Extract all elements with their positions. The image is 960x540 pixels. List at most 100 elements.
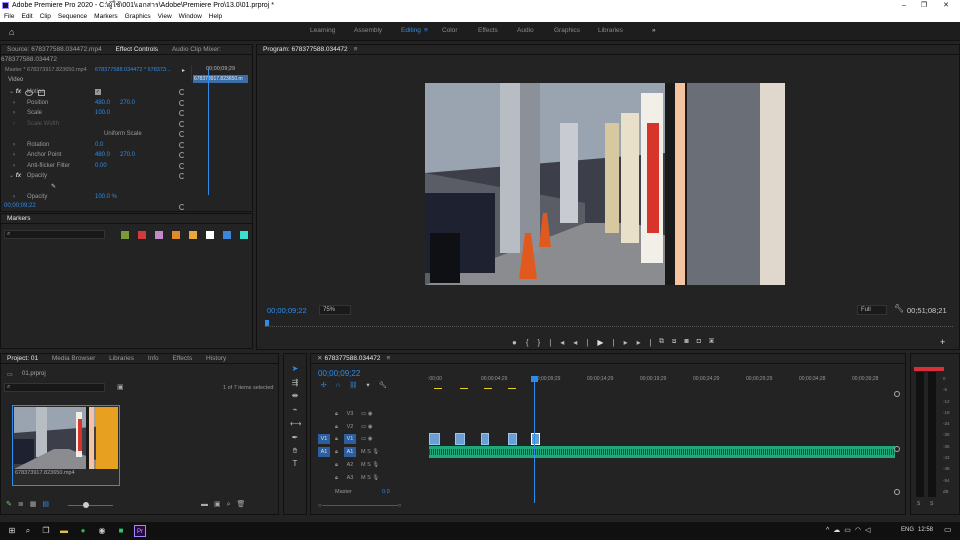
lock-icon[interactable]: 🔒︎ — [335, 472, 338, 484]
step-forward-icon[interactable]: |▸ — [613, 338, 637, 347]
zoom-slider-handle[interactable] — [83, 502, 89, 508]
quality-select[interactable]: Full — [857, 305, 887, 315]
timeline-playhead[interactable] — [534, 378, 535, 503]
line-icon[interactable]: ■ — [115, 525, 127, 537]
video-clip[interactable] — [429, 433, 440, 445]
reset-icon[interactable] — [179, 89, 185, 95]
effect-row-position[interactable]: › Position 480.0 270.0 — [5, 98, 250, 109]
clock[interactable]: 12:58 — [918, 527, 933, 533]
workspace-color[interactable]: Color — [442, 27, 458, 34]
icon-view-icon[interactable]: ▦ — [30, 501, 43, 508]
master-zoom-handle[interactable] — [894, 489, 900, 495]
track-header-a3[interactable]: 🔒︎ A3 M S 🎙︎ — [311, 472, 428, 484]
minimize-icon[interactable]: – — [893, 0, 915, 11]
workspace-effects[interactable]: Effects — [478, 27, 498, 34]
add-marker-icon[interactable]: ▾ — [366, 382, 378, 389]
search-icon[interactable]: ⌕ — [227, 501, 237, 508]
add-button-icon[interactable]: + — [940, 337, 945, 347]
trash-icon[interactable]: 🗑︎ — [237, 501, 252, 508]
audio-zoom-handle[interactable] — [894, 446, 900, 452]
freeform-view-icon[interactable]: ▤ — [42, 501, 55, 508]
workspace-graphics[interactable]: Graphics — [554, 27, 580, 34]
hand-tool-icon[interactable]: ✋︎ — [290, 446, 300, 456]
network-icon[interactable]: ▭ — [844, 527, 855, 534]
mark-out-icon[interactable]: } — [538, 338, 550, 347]
program-scrubber[interactable] — [265, 321, 953, 327]
menu-help[interactable]: Help — [209, 13, 222, 20]
marker-color-swatch[interactable] — [206, 231, 214, 239]
step-back-icon[interactable]: ◂| — [573, 338, 597, 347]
wifi-icon[interactable]: ◠ — [855, 527, 865, 534]
play-icon[interactable]: ▸ — [182, 67, 185, 74]
timeline-scroll[interactable]: ○ ○ — [318, 503, 401, 509]
type-tool-icon[interactable]: T — [290, 459, 300, 469]
clip-selector[interactable]: 678377588.034472 * 678373... — [95, 67, 171, 73]
video-frame[interactable] — [425, 83, 785, 285]
timeline-playhead-head[interactable] — [531, 376, 538, 382]
timeline-ruler[interactable]: :00;00 00;00;04;29 00;00;09;29 00;00;14;29 0… — [428, 374, 898, 386]
mute-solo-mic-icons[interactable]: M S 🎙︎ — [361, 459, 379, 471]
marker-color-swatch[interactable] — [155, 231, 163, 239]
reset-icon[interactable] — [179, 204, 185, 210]
more-workspaces-icon[interactable]: » — [652, 27, 656, 34]
sync-visibility-icons[interactable]: ▭ ◉ — [361, 433, 373, 445]
mark-in-icon[interactable]: { — [526, 338, 538, 347]
video-clip-selected[interactable] — [531, 433, 540, 445]
clip-indicator[interactable] — [914, 367, 944, 371]
tab-media-browser[interactable]: Media Browser — [52, 355, 95, 362]
new-folder-icon[interactable]: ▬ — [201, 501, 214, 508]
reset-icon[interactable] — [179, 152, 185, 158]
zoom-select[interactable]: 75% — [319, 305, 351, 315]
reset-icon[interactable] — [179, 120, 185, 127]
rectangle-mask-icon[interactable] — [38, 90, 45, 96]
reset-icon[interactable] — [179, 131, 185, 137]
lock-icon[interactable]: 🔒︎ — [335, 421, 338, 433]
close-icon[interactable]: ✕ — [935, 0, 957, 11]
mute-solo-mic-icons[interactable]: M S 🎙︎ — [361, 446, 379, 458]
ellipse-mask-icon[interactable] — [25, 90, 33, 96]
effect-row-scale[interactable]: › Scale 100.0 — [5, 108, 250, 119]
export-frame-icon[interactable]: ◙ — [684, 338, 696, 345]
effect-row-opacity-group[interactable]: ⌄ fx Opacity — [5, 171, 250, 182]
reset-icon[interactable] — [179, 141, 185, 148]
tab-project[interactable]: Project: 01 — [7, 355, 38, 362]
program-playhead[interactable] — [265, 320, 269, 326]
effect-row-rotation[interactable]: › Rotation 0.0 — [5, 140, 250, 151]
chrome-icon[interactable]: ◉ — [96, 525, 108, 537]
effect-row-scale-width[interactable]: › Scale Width — [5, 119, 250, 130]
reset-icon[interactable] — [179, 99, 185, 106]
add-marker-icon[interactable]: ● — [512, 338, 526, 347]
workspace-assembly[interactable]: Assembly — [354, 27, 382, 34]
linked-selection-icon[interactable]: ⛓︎ — [349, 382, 366, 389]
project-search-input[interactable]: ⌕ — [4, 383, 105, 392]
tab-history[interactable]: History — [206, 355, 226, 362]
lock-icon[interactable]: 🔒︎ — [335, 408, 338, 420]
track-header-v1[interactable]: V1 🔒︎ V1 ▭ ◉ — [311, 433, 428, 445]
menu-graphics[interactable]: Graphics — [125, 13, 151, 20]
notifications-icon[interactable]: ▭ — [944, 525, 952, 534]
effect-row-anti-flicker[interactable]: › Anti-flicker Filter 0.00 — [5, 161, 250, 172]
tab-program[interactable]: Program: 678377588.034472 — [263, 46, 348, 53]
video-clip[interactable] — [481, 433, 489, 445]
video-clip[interactable] — [455, 433, 465, 445]
track-select-tool-icon[interactable]: ⇶ — [290, 378, 300, 388]
tab-effects[interactable]: Effects — [172, 355, 192, 362]
razor-tool-icon[interactable]: ⌁ — [290, 405, 300, 415]
extract-icon[interactable]: ⧈ — [672, 338, 684, 345]
track-header-v2[interactable]: 🔒︎ V2 ▭ ◉ — [311, 421, 428, 433]
tab-libraries[interactable]: Libraries — [109, 355, 134, 362]
pen-tool-icon[interactable]: ✒ — [290, 433, 300, 443]
nest-icon[interactable]: ✣ — [321, 382, 335, 389]
source-patch[interactable]: A1 — [318, 447, 330, 458]
spotify-icon[interactable]: ● — [77, 525, 89, 537]
play-button[interactable]: ▶ — [597, 338, 612, 347]
effect-controls-time[interactable]: 00;00;09;22 — [4, 203, 36, 209]
ripple-edit-tool-icon[interactable]: ⇼ — [290, 391, 300, 401]
search-icon[interactable]: ⌕ — [22, 525, 34, 537]
video-clip[interactable] — [508, 433, 517, 445]
workspace-editing[interactable]: Editing — [401, 27, 421, 34]
marker-color-swatch[interactable] — [223, 231, 231, 239]
reset-icon[interactable] — [179, 173, 185, 179]
lock-icon[interactable]: 🔒︎ — [335, 433, 338, 445]
selection-tool-icon[interactable]: ➤ — [290, 364, 300, 374]
